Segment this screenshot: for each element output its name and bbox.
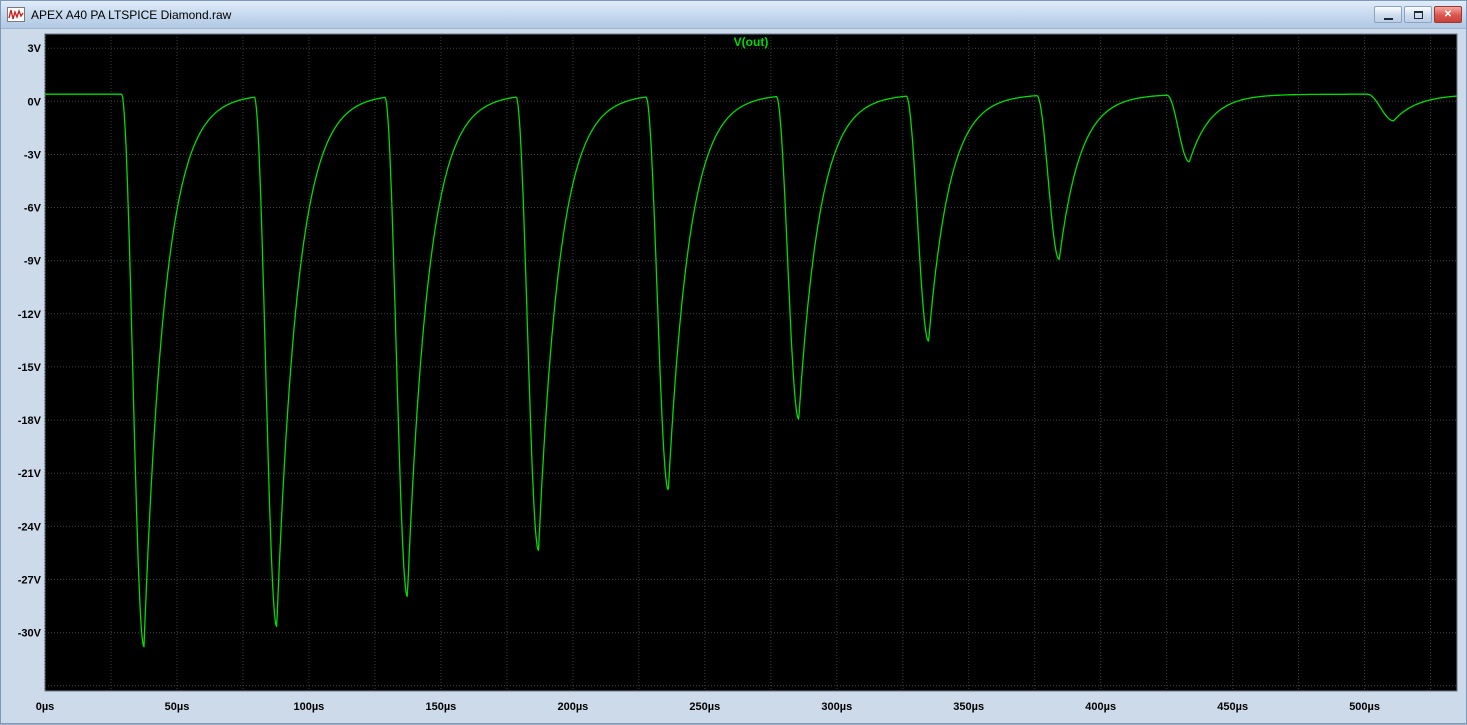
x-tick-label: 250µs: [689, 701, 720, 713]
y-tick-label: -27V: [18, 574, 42, 586]
y-tick-label: -30V: [18, 628, 42, 640]
y-tick-label: -3V: [24, 149, 42, 161]
minimize-icon: [1383, 17, 1393, 20]
minimize-button[interactable]: [1374, 6, 1402, 23]
y-tick-label: 0V: [28, 96, 42, 108]
y-tick-label: -24V: [18, 521, 42, 533]
x-tick-label: 350µs: [953, 701, 984, 713]
x-tick-label: 150µs: [425, 701, 456, 713]
window-controls: ✕: [1374, 6, 1462, 23]
x-tick-label: 500µs: [1349, 701, 1380, 713]
x-tick-label: 100µs: [293, 701, 324, 713]
y-tick-label: -15V: [18, 362, 42, 374]
ltspice-waveform-window: APEX A40 PA LTSPICE Diamond.raw ✕ 0µs 50µ…: [0, 0, 1467, 724]
x-tick-label: 50µs: [165, 701, 190, 713]
x-tick-label: 400µs: [1085, 701, 1116, 713]
x-tick-label: 450µs: [1217, 701, 1248, 713]
x-tick-label: 0µs: [36, 701, 55, 713]
maximize-icon: [1413, 10, 1423, 19]
close-button[interactable]: ✕: [1434, 6, 1462, 23]
app-icon: [7, 7, 25, 22]
y-tick-label: -21V: [18, 468, 42, 480]
x-tick-label: 200µs: [557, 701, 588, 713]
waveform-plot[interactable]: 0µs 50µs 100µs 150µs 200µs 250µs 300µs 350µs 400…: [1, 29, 1467, 725]
y-tick-label: -6V: [24, 203, 42, 215]
plot-pane: 0µs 50µs 100µs 150µs 200µs 250µs 300µs 350µs 400…: [1, 29, 1466, 723]
y-tick-label: -18V: [18, 415, 42, 427]
maximize-button[interactable]: [1404, 6, 1432, 23]
plot-title[interactable]: V(out): [734, 35, 769, 49]
y-tick-label: -12V: [18, 309, 42, 321]
y-tick-label: -9V: [24, 256, 42, 268]
y-tick-label: 3V: [28, 43, 42, 55]
titlebar[interactable]: APEX A40 PA LTSPICE Diamond.raw ✕: [1, 1, 1466, 29]
plot-area[interactable]: [44, 33, 1458, 692]
close-icon: ✕: [1443, 8, 1453, 20]
window-title: APEX A40 PA LTSPICE Diamond.raw: [31, 7, 232, 22]
x-tick-label: 300µs: [821, 701, 852, 713]
